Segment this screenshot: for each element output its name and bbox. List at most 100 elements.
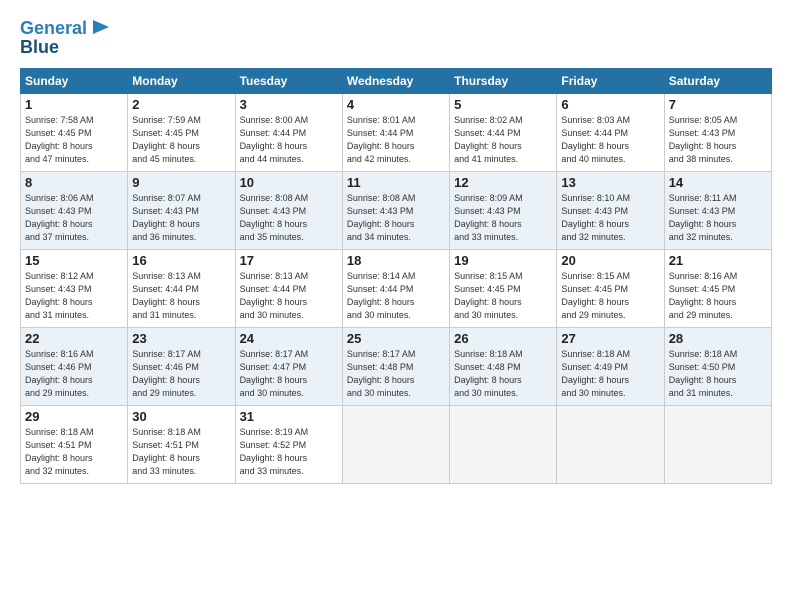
day-info: Sunrise: 8:17 AM Sunset: 4:48 PM Dayligh… [347,348,445,400]
day-info: Sunrise: 8:18 AM Sunset: 4:51 PM Dayligh… [25,426,123,478]
day-cell-6: 6Sunrise: 8:03 AM Sunset: 4:44 PM Daylig… [557,94,664,172]
week-row-5: 29 Sunrise: 8:18 AM Sunset: 4:51 PM Dayli… [21,406,772,484]
day-info: Sunrise: 8:11 AM Sunset: 4:43 PM Dayligh… [669,192,767,244]
day-number: 18 [347,253,445,268]
day-cell-16: 16 Sunrise: 8:13 AM Sunset: 4:44 PM Dayli… [128,250,235,328]
day-cell-31: 31 Sunrise: 8:19 AM Sunset: 4:52 PM Dayli… [235,406,342,484]
day-number: 26 [454,331,552,346]
empty-cell [664,406,771,484]
day-info: Sunrise: 8:18 AM Sunset: 4:51 PM Dayligh… [132,426,230,478]
day-header-saturday: Saturday [664,69,771,94]
day-info: Sunrise: 7:58 AM Sunset: 4:45 PM Dayligh… [25,114,123,166]
day-cell-2: 2 Sunrise: 7:59 AM Sunset: 4:45 PM Daylig… [128,94,235,172]
day-cell-13: 13Sunrise: 8:10 AM Sunset: 4:43 PM Dayli… [557,172,664,250]
calendar-table: SundayMondayTuesdayWednesdayThursdayFrid… [20,68,772,484]
day-info: Sunrise: 8:06 AM Sunset: 4:43 PM Dayligh… [25,192,123,244]
day-info: Sunrise: 8:13 AM Sunset: 4:44 PM Dayligh… [240,270,338,322]
logo: General Blue [20,16,111,58]
day-header-friday: Friday [557,69,664,94]
day-info: Sunrise: 8:05 AM Sunset: 4:43 PM Dayligh… [669,114,767,166]
day-number: 10 [240,175,338,190]
day-number: 13 [561,175,659,190]
day-cell-26: 26 Sunrise: 8:18 AM Sunset: 4:48 PM Dayli… [450,328,557,406]
day-number: 22 [25,331,123,346]
day-number: 12 [454,175,552,190]
day-cell-17: 17 Sunrise: 8:13 AM Sunset: 4:44 PM Dayli… [235,250,342,328]
day-info: Sunrise: 8:02 AM Sunset: 4:44 PM Dayligh… [454,114,552,166]
day-number: 20 [561,253,659,268]
day-cell-22: 22Sunrise: 8:16 AM Sunset: 4:46 PM Dayli… [21,328,128,406]
day-number: 15 [25,253,123,268]
day-info: Sunrise: 8:16 AM Sunset: 4:45 PM Dayligh… [669,270,767,322]
day-info: Sunrise: 8:14 AM Sunset: 4:44 PM Dayligh… [347,270,445,322]
week-row-4: 22Sunrise: 8:16 AM Sunset: 4:46 PM Dayli… [21,328,772,406]
day-cell-21: 21 Sunrise: 8:16 AM Sunset: 4:45 PM Dayli… [664,250,771,328]
day-info: Sunrise: 8:12 AM Sunset: 4:43 PM Dayligh… [25,270,123,322]
day-cell-28: 28 Sunrise: 8:18 AM Sunset: 4:50 PM Dayli… [664,328,771,406]
day-number: 30 [132,409,230,424]
day-number: 16 [132,253,230,268]
day-number: 23 [132,331,230,346]
day-header-thursday: Thursday [450,69,557,94]
day-info: Sunrise: 8:07 AM Sunset: 4:43 PM Dayligh… [132,192,230,244]
day-number: 29 [25,409,123,424]
day-info: Sunrise: 8:17 AM Sunset: 4:47 PM Dayligh… [240,348,338,400]
day-cell-15: 15 Sunrise: 8:12 AM Sunset: 4:43 PM Dayli… [21,250,128,328]
day-number: 24 [240,331,338,346]
day-header-sunday: Sunday [21,69,128,94]
day-number: 1 [25,97,123,112]
day-cell-20: 20 Sunrise: 8:15 AM Sunset: 4:45 PM Dayli… [557,250,664,328]
day-cell-3: 3 Sunrise: 8:00 AM Sunset: 4:44 PM Daylig… [235,94,342,172]
day-header-monday: Monday [128,69,235,94]
day-info: Sunrise: 8:13 AM Sunset: 4:44 PM Dayligh… [132,270,230,322]
day-number: 8 [25,175,123,190]
day-info: Sunrise: 8:18 AM Sunset: 4:50 PM Dayligh… [669,348,767,400]
day-cell-1: 1 Sunrise: 7:58 AM Sunset: 4:45 PM Daylig… [21,94,128,172]
day-number: 17 [240,253,338,268]
day-number: 28 [669,331,767,346]
day-number: 3 [240,97,338,112]
day-number: 21 [669,253,767,268]
day-cell-14: 14 Sunrise: 8:11 AM Sunset: 4:43 PM Dayli… [664,172,771,250]
logo-text: General [20,19,87,39]
day-info: Sunrise: 7:59 AM Sunset: 4:45 PM Dayligh… [132,114,230,166]
day-number: 5 [454,97,552,112]
day-info: Sunrise: 8:17 AM Sunset: 4:46 PM Dayligh… [132,348,230,400]
day-number: 19 [454,253,552,268]
day-info: Sunrise: 8:19 AM Sunset: 4:52 PM Dayligh… [240,426,338,478]
empty-cell [450,406,557,484]
day-cell-10: 10 Sunrise: 8:08 AM Sunset: 4:43 PM Dayli… [235,172,342,250]
day-cell-24: 24 Sunrise: 8:17 AM Sunset: 4:47 PM Dayli… [235,328,342,406]
day-info: Sunrise: 8:08 AM Sunset: 4:43 PM Dayligh… [240,192,338,244]
day-header-wednesday: Wednesday [342,69,449,94]
day-info: Sunrise: 8:18 AM Sunset: 4:49 PM Dayligh… [561,348,659,400]
day-cell-18: 18 Sunrise: 8:14 AM Sunset: 4:44 PM Dayli… [342,250,449,328]
day-number: 14 [669,175,767,190]
day-cell-8: 8 Sunrise: 8:06 AM Sunset: 4:43 PM Daylig… [21,172,128,250]
day-info: Sunrise: 8:03 AM Sunset: 4:44 PM Dayligh… [561,114,659,166]
day-cell-25: 25 Sunrise: 8:17 AM Sunset: 4:48 PM Dayli… [342,328,449,406]
day-info: Sunrise: 8:15 AM Sunset: 4:45 PM Dayligh… [561,270,659,322]
logo-arrow-icon [91,18,111,36]
day-header-tuesday: Tuesday [235,69,342,94]
day-info: Sunrise: 8:15 AM Sunset: 4:45 PM Dayligh… [454,270,552,322]
day-cell-7: 7Sunrise: 8:05 AM Sunset: 4:43 PM Daylig… [664,94,771,172]
day-cell-19: 19 Sunrise: 8:15 AM Sunset: 4:45 PM Dayli… [450,250,557,328]
day-cell-11: 11Sunrise: 8:08 AM Sunset: 4:43 PM Dayli… [342,172,449,250]
header-row: SundayMondayTuesdayWednesdayThursdayFrid… [21,69,772,94]
day-cell-23: 23 Sunrise: 8:17 AM Sunset: 4:46 PM Dayli… [128,328,235,406]
day-number: 27 [561,331,659,346]
week-row-1: 1 Sunrise: 7:58 AM Sunset: 4:45 PM Daylig… [21,94,772,172]
day-info: Sunrise: 8:08 AM Sunset: 4:43 PM Dayligh… [347,192,445,244]
day-number: 31 [240,409,338,424]
day-number: 25 [347,331,445,346]
day-cell-4: 4Sunrise: 8:01 AM Sunset: 4:44 PM Daylig… [342,94,449,172]
week-row-3: 15 Sunrise: 8:12 AM Sunset: 4:43 PM Dayli… [21,250,772,328]
day-cell-5: 5 Sunrise: 8:02 AM Sunset: 4:44 PM Daylig… [450,94,557,172]
day-info: Sunrise: 8:09 AM Sunset: 4:43 PM Dayligh… [454,192,552,244]
day-info: Sunrise: 8:00 AM Sunset: 4:44 PM Dayligh… [240,114,338,166]
day-number: 2 [132,97,230,112]
day-info: Sunrise: 8:18 AM Sunset: 4:48 PM Dayligh… [454,348,552,400]
day-number: 4 [347,97,445,112]
day-cell-30: 30 Sunrise: 8:18 AM Sunset: 4:51 PM Dayli… [128,406,235,484]
